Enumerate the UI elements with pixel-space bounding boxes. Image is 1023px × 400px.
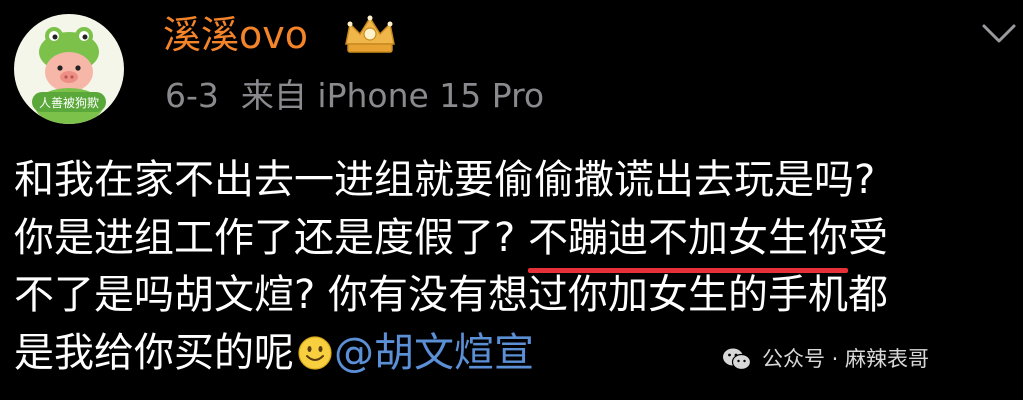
mention-link[interactable]: @胡文煊宣 <box>334 330 534 376</box>
watermark: 公众号 · 麻辣表哥 <box>722 344 929 374</box>
post-meta: 6-3 来自 iPhone 15 Pro <box>165 74 544 118</box>
post-line-1: 和我在家不出去一进组就要偷偷撒谎出去玩是吗? <box>14 157 876 203</box>
post-line-4-text: 是我给你买的呢 <box>14 329 294 376</box>
crown-badge-icon[interactable] <box>340 14 400 58</box>
avatar-caption: 人善被狗欺 <box>38 96 99 110</box>
watermark-text: 公众号 · 麻辣表哥 <box>762 347 930 371</box>
red-underline <box>527 268 848 273</box>
post-line-3: 不了是吗胡文煊? 你有没有想过你加女生的手机都 <box>14 272 888 318</box>
smiley-emoji-icon <box>298 335 332 370</box>
post-line-2-text: 你是进组工作了还是度假了? <box>14 214 528 261</box>
post-line-2-end: 受 <box>847 214 888 261</box>
post-date: 6-3 <box>165 76 219 115</box>
highlighted-phrase-text: 不蹦迪不加女生你 <box>527 214 848 261</box>
user-avatar[interactable]: 人善被狗欺 <box>14 14 124 124</box>
post-line-2: 你是进组工作了还是度假了? 不蹦迪不加女生你受 <box>14 210 1019 273</box>
wechat-icon <box>723 348 752 371</box>
username[interactable]: 溪溪ovo <box>163 10 308 60</box>
post-source: 来自 iPhone 15 Pro <box>240 76 545 115</box>
highlighted-phrase: 不蹦迪不加女生你 <box>527 210 848 273</box>
chevron-down-icon[interactable] <box>980 20 1018 48</box>
